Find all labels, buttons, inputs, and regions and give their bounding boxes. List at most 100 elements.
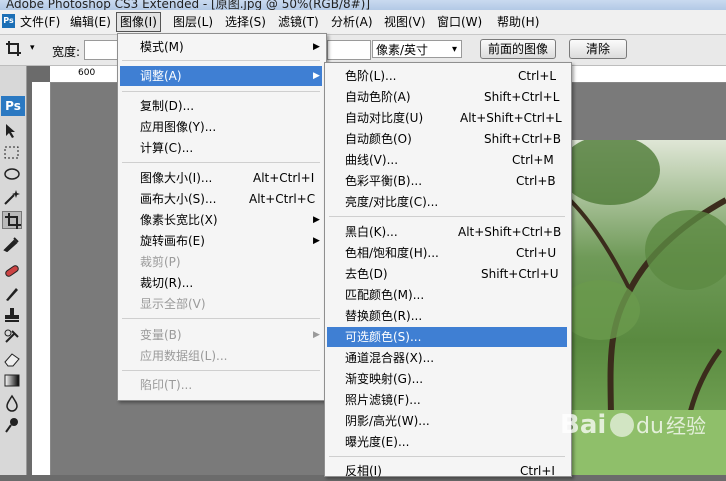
menu-item-label: 色相/饱和度(H)... <box>345 246 439 260</box>
menu-item-label: 应用数据组(L)... <box>140 349 228 363</box>
menu-item-shortcut: Shift+Ctrl+U <box>481 267 559 281</box>
menu-analysis[interactable]: 分析(A) <box>328 13 376 31</box>
gradient-tool-icon[interactable] <box>2 372 22 390</box>
menu-item-color-balance[interactable]: 色彩平衡(B)... Ctrl+B <box>327 171 567 191</box>
resolution-unit-select[interactable]: 像素/英寸 <box>372 40 462 59</box>
marquee-tool-icon[interactable] <box>2 144 22 162</box>
healing-brush-tool-icon[interactable] <box>2 262 22 280</box>
menu-item-selective-color[interactable]: 可选颜色(S)... <box>327 327 567 347</box>
menu-filter[interactable]: 滤镜(T) <box>275 13 322 31</box>
menu-item-trap[interactable]: 陷印(T)... <box>120 375 322 395</box>
crop-tool-icon[interactable] <box>4 40 24 58</box>
submenu-arrow-icon: ▶ <box>313 330 320 340</box>
menu-item-invert[interactable]: 反相(I) Ctrl+I <box>327 461 567 481</box>
menu-item-match-color[interactable]: 匹配颜色(M)... <box>327 285 567 305</box>
menu-bar: Ps 文件(F) 编辑(E) 图像(I) 图层(L) 选择(S) 滤镜(T) 分… <box>0 10 726 35</box>
menu-item-mode[interactable]: 模式(M) ▶ <box>120 37 322 57</box>
menu-item-label: 调整(A) <box>140 69 182 83</box>
history-brush-tool-icon[interactable] <box>2 328 22 346</box>
menu-item-brightness-contrast[interactable]: 亮度/对比度(C)... <box>327 192 567 212</box>
eyedropper-tool-icon[interactable] <box>2 234 22 253</box>
menu-item-shortcut: Ctrl+B <box>516 174 556 188</box>
menu-item-channel-mixer[interactable]: 通道混合器(X)... <box>327 348 567 368</box>
menu-item-curves[interactable]: 曲线(V)... Ctrl+M <box>327 150 567 170</box>
resolution-field[interactable] <box>327 40 371 60</box>
menu-help[interactable]: 帮助(H) <box>494 13 542 31</box>
front-image-button[interactable]: 前面的图像 <box>480 39 556 59</box>
menu-item-label: 阴影/高光(W)... <box>345 414 430 428</box>
photoshop-logo-icon: Ps <box>2 14 15 28</box>
menu-item-shortcut: Ctrl+U <box>516 246 557 260</box>
menu-item-adjustments[interactable]: 调整(A) ▶ <box>120 66 322 86</box>
menu-item-auto-color[interactable]: 自动颜色(O) Shift+Ctrl+B <box>327 129 567 149</box>
menu-view[interactable]: 视图(V) <box>381 13 429 31</box>
clone-stamp-tool-icon[interactable] <box>2 306 22 324</box>
menu-separator <box>122 91 320 92</box>
menu-item-calculations[interactable]: 计算(C)... <box>120 138 322 158</box>
menu-edit[interactable]: 编辑(E) <box>67 13 114 31</box>
submenu-arrow-icon: ▶ <box>313 236 320 246</box>
menu-item-label: 曝光度(E)... <box>345 435 410 449</box>
dodge-tool-icon[interactable] <box>2 416 22 434</box>
menu-item-gradient-map[interactable]: 渐变映射(G)... <box>327 369 567 389</box>
menu-separator <box>122 318 320 319</box>
menu-item-apply-image[interactable]: 应用图像(Y)... <box>120 117 322 137</box>
menu-item-label: 反相(I) <box>345 464 382 478</box>
menu-item-shortcut: Ctrl+L <box>518 69 557 83</box>
menu-item-exposure[interactable]: 曝光度(E)... <box>327 432 567 452</box>
menu-item-canvas-size[interactable]: 画布大小(S)... Alt+Ctrl+C <box>120 189 322 209</box>
menu-window[interactable]: 窗口(W) <box>434 13 485 31</box>
menu-item-label: 变量(B) <box>140 328 182 342</box>
vertical-ruler <box>32 82 51 475</box>
menu-item-shortcut: Alt+Ctrl+C <box>249 192 316 206</box>
menu-item-auto-levels[interactable]: 自动色阶(A) Shift+Ctrl+L <box>327 87 567 107</box>
eraser-tool-icon[interactable] <box>2 350 22 368</box>
menu-item-duplicate[interactable]: 复制(D)... <box>120 96 322 116</box>
menu-item-trim[interactable]: 裁切(R)... <box>120 273 322 293</box>
menu-file[interactable]: 文件(F) <box>17 13 63 31</box>
width-field[interactable] <box>84 40 120 60</box>
brush-tool-icon[interactable] <box>2 284 22 302</box>
ruler-label: 600 <box>78 68 96 78</box>
menu-item-label: 自动对比度(U) <box>345 111 424 125</box>
menu-item-variables[interactable]: 变量(B) ▶ <box>120 325 322 345</box>
svg-text:du: du <box>636 414 664 439</box>
menu-item-rotate-canvas[interactable]: 旋转画布(E) ▶ <box>120 231 322 251</box>
menu-item-shadow-highlight[interactable]: 阴影/高光(W)... <box>327 411 567 431</box>
menu-item-label: 亮度/对比度(C)... <box>345 195 439 209</box>
baidu-watermark-logo: Bai du 经验 <box>560 405 720 445</box>
menu-item-label: 色彩平衡(B)... <box>345 174 423 188</box>
menu-item-label: 旋转画布(E) <box>140 234 205 248</box>
menu-item-apply-data-set[interactable]: 应用数据组(L)... <box>120 346 322 366</box>
menu-item-label: 自动颜色(O) <box>345 132 412 146</box>
clear-button[interactable]: 清除 <box>569 39 627 59</box>
menu-item-replace-color[interactable]: 替换颜色(R)... <box>327 306 567 326</box>
lasso-tool-icon[interactable] <box>2 166 22 184</box>
menu-select[interactable]: 选择(S) <box>222 13 269 31</box>
menu-image[interactable]: 图像(I) <box>116 12 161 32</box>
menu-item-image-size[interactable]: 图像大小(I)... Alt+Ctrl+I <box>120 168 322 188</box>
menu-item-reveal-all[interactable]: 显示全部(V) <box>120 294 322 314</box>
tool-preset-arrow-icon[interactable]: ▾ <box>30 43 35 53</box>
menu-item-auto-contrast[interactable]: 自动对比度(U) Alt+Shift+Ctrl+L <box>327 108 567 128</box>
blur-tool-icon[interactable] <box>2 394 22 412</box>
menu-item-levels[interactable]: 色阶(L)... Ctrl+L <box>327 66 567 86</box>
move-tool-icon[interactable] <box>2 122 22 140</box>
crop-tool-selected-icon[interactable] <box>2 211 22 229</box>
menu-item-shortcut: Shift+Ctrl+B <box>484 132 561 146</box>
menu-item-hue-saturation[interactable]: 色相/饱和度(H)... Ctrl+U <box>327 243 567 263</box>
menu-item-photo-filter[interactable]: 照片滤镜(F)... <box>327 390 567 410</box>
magic-wand-tool-icon[interactable] <box>2 188 22 206</box>
menu-item-shortcut: Alt+Shift+Ctrl+L <box>460 111 562 125</box>
menu-item-pixel-aspect-ratio[interactable]: 像素长宽比(X) ▶ <box>120 210 322 230</box>
title-bar: Adobe Photoshop CS3 Extended - [原图.jpg @… <box>0 0 726 10</box>
menu-item-black-white[interactable]: 黑白(K)... Alt+Shift+Ctrl+B <box>327 222 567 242</box>
menu-item-crop[interactable]: 裁剪(P) <box>120 252 322 272</box>
menu-item-label: 自动色阶(A) <box>345 90 411 104</box>
menu-layer[interactable]: 图层(L) <box>170 13 216 31</box>
menu-item-label: 渐变映射(G)... <box>345 372 424 386</box>
image-menu: 模式(M) ▶ 调整(A) ▶ 复制(D)... 应用图像(Y)... 计算(C… <box>117 33 327 401</box>
menu-item-desaturate[interactable]: 去色(D) Shift+Ctrl+U <box>327 264 567 284</box>
menu-item-label: 计算(C)... <box>140 141 194 155</box>
menu-item-label: 裁剪(P) <box>140 255 181 269</box>
